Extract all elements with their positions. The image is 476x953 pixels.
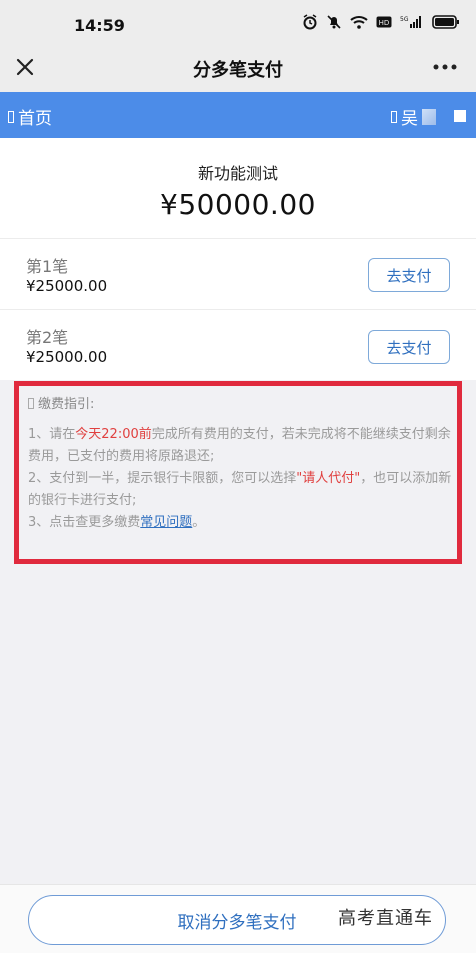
more-button[interactable] (428, 52, 462, 82)
home-icon (8, 110, 14, 123)
payment-amount: ¥25000.00 (26, 348, 108, 366)
payment-row: 第2笔 ¥25000.00 去支付 (0, 310, 476, 381)
pay-button-2[interactable]: 去支付 (368, 330, 450, 364)
payment-list: 第1笔 ¥25000.00 去支付 第2笔 ¥25000.00 去支付 (0, 238, 476, 380)
payment-guide: 缴费指引: 1、请在今天22:00前完成所有费用的支付，若未完成将不能继续支付剩… (14, 381, 462, 564)
guide-body: 1、请在今天22:00前完成所有费用的支付，若未完成将不能继续支付剩余费用，已支… (28, 424, 452, 534)
title-bar: 分多笔支付 (0, 44, 476, 92)
wifi-icon (350, 16, 368, 29)
guide-line-2-text: 2、支付到一半，提示银行卡限额，您可以选择 (28, 471, 297, 486)
more-icon (433, 64, 457, 70)
info-icon (28, 398, 34, 409)
cancel-label: 取消分多笔支付 (177, 912, 297, 933)
home-label: 首页 (18, 109, 52, 129)
battery-icon (432, 15, 459, 29)
page-title: 分多笔支付 (193, 60, 283, 81)
nav-bar: 首页 吴 (0, 92, 476, 138)
deadline-highlight: 今天22:00前 (75, 427, 152, 442)
pay-button-1[interactable]: 去支付 (368, 258, 450, 292)
guide-line-1: 1、请在今天22:00前完成所有费用的支付，若未完成将不能继续支付剩余费用，已支… (28, 424, 452, 468)
status-icons: HD 5G (302, 14, 460, 30)
order-title: 新功能测试 (197, 164, 278, 183)
proxy-pay-highlight: "请人代付" (296, 471, 361, 486)
status-bar: 14:59 HD 5G (0, 0, 476, 44)
guide-title-text: 缴费指引: (38, 397, 95, 412)
user-name: 吴 (401, 109, 418, 129)
user-info: 吴 (391, 104, 436, 129)
payment-amount: ¥25000.00 (26, 277, 108, 295)
payment-row: 第1笔 ¥25000.00 去支付 (0, 239, 476, 310)
nav-menu-square[interactable] (454, 110, 466, 122)
payment-label: 第1笔 (26, 257, 69, 276)
watermark: 高考直通车 (338, 908, 433, 929)
home-link[interactable]: 首页 (8, 104, 52, 129)
faq-link[interactable]: 常见问题 (140, 515, 192, 530)
guide-line-2: 2、支付到一半，提示银行卡限额，您可以选择"请人代付"，也可以添加新的银行卡进行… (28, 468, 452, 512)
guide-title: 缴费指引: (28, 393, 94, 412)
hd-icon: HD (376, 16, 392, 28)
guide-line-1-text: 1、请在 (28, 427, 76, 442)
user-name-redaction (422, 108, 436, 125)
guide-line-3: 3、点击查更多缴费常见问题。 (28, 512, 452, 534)
guide-line-3-text: 3、点击查更多缴费 (28, 515, 141, 530)
status-time: 14:59 (74, 16, 125, 35)
payment-summary: 新功能测试 ¥50000.00 (0, 138, 476, 238)
signal-icon: 5G (400, 16, 421, 28)
svg-text:5G: 5G (400, 16, 409, 23)
mute-icon (327, 15, 341, 29)
alarm-icon (303, 14, 317, 30)
svg-text:HD: HD (379, 19, 390, 27)
guide-line-3-rest: 。 (192, 515, 206, 530)
user-icon (391, 110, 397, 123)
payment-label: 第2笔 (26, 328, 69, 347)
total-amount: ¥50000.00 (160, 188, 316, 221)
